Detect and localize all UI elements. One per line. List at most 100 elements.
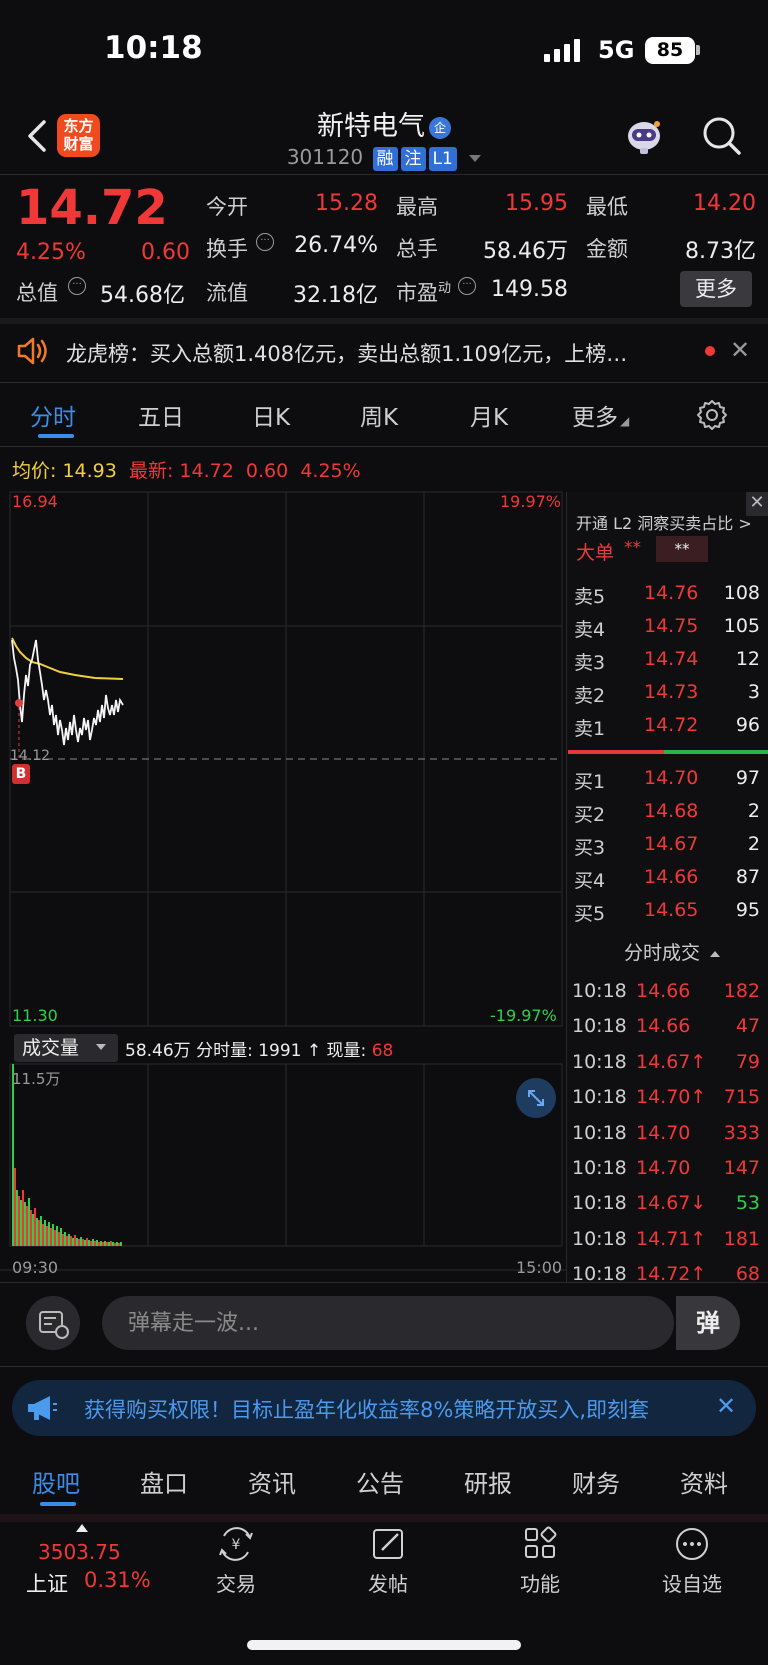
- trade-time: 10:18: [572, 1086, 627, 1109]
- turnover-value: 26.74%: [294, 233, 378, 258]
- volume-bar: [110, 1241, 112, 1246]
- nav-trade[interactable]: ¥ 交易: [186, 1526, 286, 1597]
- tab-monthly-k[interactable]: 月K: [470, 398, 508, 432]
- volume-bar: [40, 1216, 42, 1246]
- market-cap-value: 54.68亿: [100, 283, 185, 308]
- market-cap-label: 总值: [16, 281, 58, 305]
- tab-profile[interactable]: 资料: [680, 1464, 728, 1499]
- tab-weekly-k[interactable]: 周K: [360, 398, 398, 432]
- bid-row-1[interactable]: 买1 14.70 97: [574, 767, 760, 799]
- ask-row-5[interactable]: 卖5 14.76 108: [574, 582, 760, 614]
- danmaku-toggle-icon[interactable]: [26, 1296, 80, 1350]
- volume-bar: [26, 1206, 28, 1246]
- pe-label: 市盈动: [396, 281, 452, 305]
- close-icon[interactable]: ✕: [730, 336, 750, 364]
- trade-row: 10:18 14.70 147: [572, 1157, 760, 1191]
- trades-title[interactable]: 分时成交: [624, 938, 721, 965]
- trade-volume: 181: [723, 1227, 760, 1250]
- volume-bar: [80, 1237, 82, 1246]
- volume-bar: [56, 1226, 58, 1246]
- trade-row: 10:18 14.66 182: [572, 980, 760, 1014]
- volume-bar: [60, 1228, 62, 1246]
- index-value[interactable]: 3503.75: [38, 1540, 121, 1564]
- trade-time: 10:18: [572, 1050, 627, 1073]
- dragon-tiger-text[interactable]: 龙虎榜：买入总额1.408亿元，卖出总额1.109亿元，上榜…: [66, 338, 676, 368]
- search-icon[interactable]: [700, 114, 744, 158]
- nav-add-watchlist[interactable]: 设自选: [642, 1526, 742, 1597]
- fullscreen-icon[interactable]: [516, 1078, 556, 1118]
- volume-bar: [18, 1196, 20, 1246]
- robot-assistant-icon[interactable]: [622, 114, 666, 158]
- tab-more[interactable]: 更多 ◢: [572, 398, 629, 432]
- stock-code: 301120: [286, 145, 364, 169]
- info-icon[interactable]: ···: [458, 277, 476, 295]
- trade-price: 14.67↓: [636, 1192, 707, 1215]
- intraday-chart[interactable]: [0, 490, 566, 1280]
- volume-bars: [12, 1064, 122, 1246]
- volume-bar: [24, 1202, 26, 1246]
- trade-time: 10:18: [572, 980, 627, 1002]
- gear-icon[interactable]: [695, 398, 729, 432]
- volume-bar: [20, 1200, 22, 1246]
- tab-five-day[interactable]: 五日: [138, 398, 184, 432]
- tab-guba[interactable]: 股吧: [32, 1464, 80, 1499]
- volume-bar: [48, 1222, 50, 1246]
- level-tag: L1: [428, 147, 457, 171]
- tab-news[interactable]: 资讯: [248, 1464, 296, 1499]
- volume-bar: [34, 1208, 36, 1246]
- ask-row-3[interactable]: 卖3 14.74 12: [574, 648, 760, 680]
- index-name[interactable]: 上证: [26, 1568, 68, 1598]
- tab-pankou[interactable]: 盘口: [140, 1464, 188, 1499]
- big-order-label: 大单: [576, 542, 615, 564]
- trade-price: 14.66: [636, 980, 691, 1002]
- divider: [0, 1282, 768, 1283]
- volume-bar: [62, 1234, 64, 1246]
- trade-volume: 47: [735, 1015, 760, 1038]
- bid-row-4[interactable]: 买4 14.66 87: [574, 866, 760, 898]
- buy-marker[interactable]: B: [12, 764, 30, 784]
- index-pct[interactable]: 0.31%: [84, 1568, 151, 1592]
- tab-finance[interactable]: 财务: [572, 1464, 620, 1499]
- trade-time: 10:18: [572, 1192, 627, 1215]
- home-indicator: [247, 1640, 521, 1650]
- danmaku-send-button[interactable]: 弹: [676, 1296, 740, 1350]
- close-icon[interactable]: ✕: [716, 1392, 736, 1420]
- bid-row-3[interactable]: 买3 14.67 2: [574, 833, 760, 865]
- trade-row: 10:18 14.72↑ 68: [572, 1263, 760, 1297]
- volume-bar: [68, 1234, 70, 1246]
- info-icon[interactable]: ···: [256, 233, 274, 251]
- bid-row-5[interactable]: 买5 14.65 95: [574, 899, 760, 931]
- ask-row-4[interactable]: 卖4 14.75 105: [574, 615, 760, 647]
- volume-bar: [108, 1242, 110, 1246]
- nav-post[interactable]: 发帖: [338, 1526, 438, 1597]
- volume-bar: [112, 1242, 114, 1246]
- ask-row-2[interactable]: 卖2 14.73 3: [574, 681, 760, 713]
- pe-value: 149.58: [491, 277, 568, 302]
- tab-research[interactable]: 研报: [464, 1464, 512, 1499]
- change-percent: 4.25%: [16, 240, 86, 265]
- trade-row: 10:18 14.67↓ 53: [572, 1192, 760, 1226]
- danmaku-input[interactable]: [102, 1296, 674, 1350]
- l2-promo-link[interactable]: 开通 L2 洞察买卖占比 >: [576, 510, 752, 534]
- volume-bar: [32, 1214, 34, 1246]
- float-cap-label: 流值: [206, 281, 248, 305]
- info-icon[interactable]: ···: [68, 277, 86, 295]
- bid-row-2[interactable]: 买2 14.68 2: [574, 800, 760, 832]
- low-value: 14.20: [693, 191, 756, 216]
- tab-announcements[interactable]: 公告: [356, 1464, 404, 1499]
- nav-functions[interactable]: 功能: [490, 1526, 590, 1597]
- ask-row-1[interactable]: 卖1 14.72 96: [574, 714, 760, 746]
- volume-indicator-select[interactable]: 成交量: [14, 1034, 118, 1062]
- tab-daily-k[interactable]: 日K: [252, 398, 290, 432]
- tab-intraday[interactable]: 分时: [30, 398, 76, 432]
- volume-bar: [84, 1240, 86, 1246]
- trade-time: 10:18: [572, 1015, 627, 1038]
- change-amount: 0.60: [141, 240, 190, 265]
- status-time: 10:18: [104, 30, 203, 66]
- promo-text[interactable]: 获得购买权限！目标止盈年化收益率8%策略开放买入,即刻套: [84, 1394, 704, 1424]
- more-button[interactable]: 更多: [680, 271, 752, 307]
- price-info-line: 均价: 14.93 最新: 14.72 0.60 4.25%: [12, 460, 361, 482]
- buy-ratio-bar: [664, 750, 768, 754]
- open-value: 15.28: [315, 191, 378, 216]
- volume-bar: [116, 1242, 118, 1246]
